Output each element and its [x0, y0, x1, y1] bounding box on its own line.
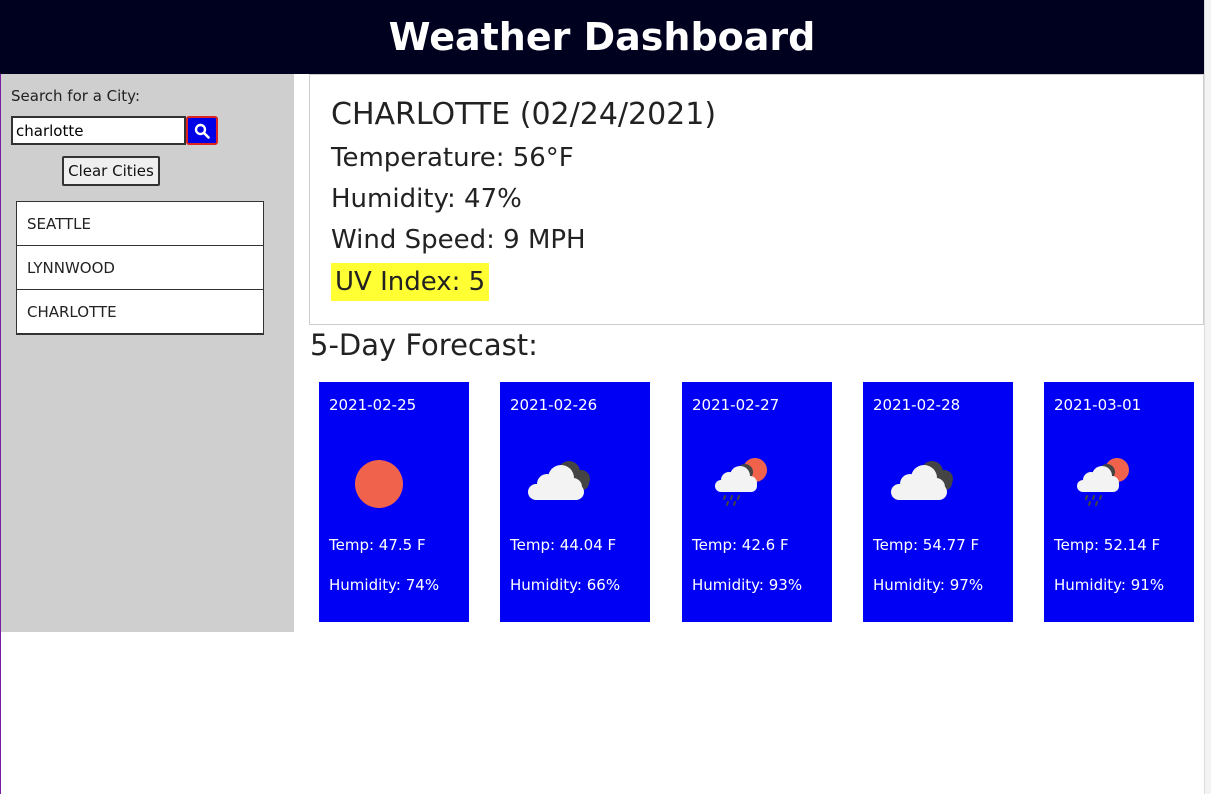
forecast-humidity: Humidity: 97%	[873, 576, 984, 594]
forecast-humidity: Humidity: 74%	[329, 576, 440, 594]
forecast-card: 2021-02-27 Temp: 42.6 F Humidity: 93%	[682, 382, 832, 622]
search-input[interactable]	[11, 116, 186, 145]
search-sidebar: Search for a City: Clear Cities SEATTLE …	[1, 74, 294, 632]
current-city-title: CHARLOTTE (02/24/2021)	[331, 97, 717, 132]
forecast-date: 2021-02-26	[510, 396, 598, 414]
city-item-lynnwood[interactable]: LYNNWOOD	[17, 246, 263, 290]
cloud-icon	[891, 461, 953, 500]
search-button[interactable]	[186, 116, 218, 145]
city-item-seattle[interactable]: SEATTLE	[17, 202, 263, 246]
city-history-list: SEATTLE LYNNWOOD CHARLOTTE	[16, 201, 264, 335]
search-icon	[194, 123, 210, 139]
forecast-date: 2021-02-28	[873, 396, 961, 414]
current-wind-speed: Wind Speed: 9 MPH	[331, 225, 586, 255]
cloud-icon	[528, 461, 590, 500]
sun-icon	[355, 460, 403, 508]
forecast-card: 2021-02-28 Temp: 54.77 F Humidity: 97%	[863, 382, 1013, 622]
page-title: Weather Dashboard	[388, 15, 816, 59]
forecast-temp: Temp: 47.5 F	[329, 536, 426, 554]
forecast-date: 2021-03-01	[1054, 396, 1142, 414]
search-label: Search for a City:	[11, 87, 141, 105]
rain-sun-icon	[715, 458, 767, 506]
page-scrollbar[interactable]	[1204, 0, 1211, 794]
forecast-temp: Temp: 52.14 F	[1054, 536, 1161, 554]
city-item-charlotte[interactable]: CHARLOTTE	[17, 290, 263, 333]
forecast-card: 2021-02-26 Temp: 44.04 F Humidity: 66%	[500, 382, 650, 622]
forecast-temp: Temp: 44.04 F	[510, 536, 617, 554]
current-humidity: Humidity: 47%	[331, 184, 522, 214]
forecast-card: 2021-02-25 Temp: 47.5 F Humidity: 74%	[319, 382, 469, 622]
forecast-date: 2021-02-27	[692, 396, 780, 414]
forecast-humidity: Humidity: 93%	[692, 576, 803, 594]
current-temperature: Temperature: 56°F	[331, 143, 574, 173]
clear-cities-button[interactable]: Clear Cities	[62, 156, 160, 186]
uv-index-badge: UV Index: 5	[331, 263, 490, 301]
forecast-title: 5-Day Forecast:	[310, 328, 538, 362]
forecast-date: 2021-02-25	[329, 396, 417, 414]
forecast-card: 2021-03-01 Temp: 52.14 F Humidity: 91%	[1044, 382, 1194, 622]
forecast-temp: Temp: 54.77 F	[873, 536, 980, 554]
current-weather-panel: CHARLOTTE (02/24/2021) Temperature: 56°F…	[309, 74, 1204, 325]
forecast-humidity: Humidity: 91%	[1054, 576, 1165, 594]
app-header: Weather Dashboard	[0, 0, 1204, 74]
rain-sun-icon	[1077, 458, 1129, 506]
forecast-humidity: Humidity: 66%	[510, 576, 621, 594]
forecast-temp: Temp: 42.6 F	[692, 536, 789, 554]
